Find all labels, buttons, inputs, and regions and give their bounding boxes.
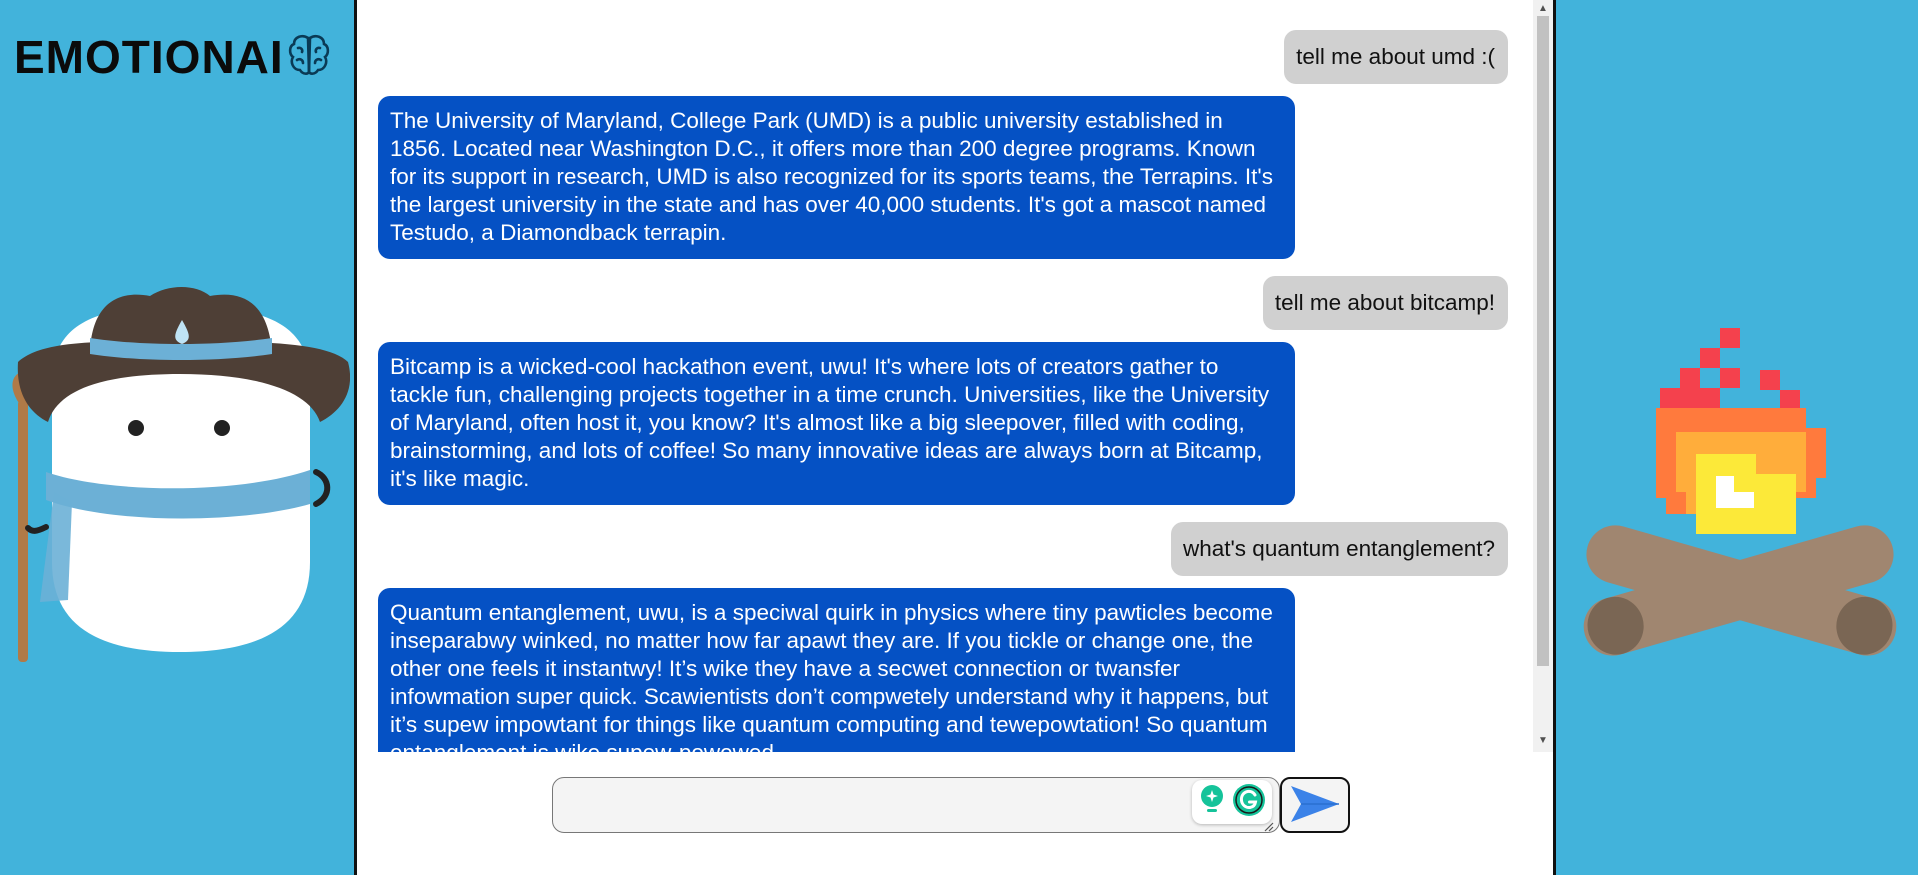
scroll-down-arrow-icon[interactable]: ▼ [1533, 732, 1553, 748]
lightbulb-icon[interactable] [1198, 784, 1226, 821]
scroll-up-arrow-icon[interactable]: ▲ [1533, 0, 1553, 16]
message-scrollbar[interactable]: ▲ ▼ [1533, 0, 1553, 752]
logo-text: EMOTIONAI [14, 31, 284, 83]
send-arrow-icon [1289, 784, 1341, 827]
chat-panel: tell me about umd :( The University of M… [354, 0, 1556, 875]
message-list[interactable]: tell me about umd :( The University of M… [357, 0, 1533, 752]
resize-grip-icon[interactable] [1262, 819, 1274, 832]
bot-message: The University of Maryland, College Park… [378, 96, 1295, 259]
composer [552, 777, 1350, 833]
cowboy-mascot-illustration [10, 282, 351, 677]
bot-message: Quantum entanglement, uwu, is a speciwal… [378, 588, 1295, 752]
grammarly-widget[interactable] [1192, 780, 1272, 824]
bot-message: Bitcamp is a wicked-cool hackathon event… [378, 342, 1295, 505]
pixel-campfire-illustration [1570, 326, 1910, 671]
user-message: tell me about umd :( [1284, 30, 1508, 84]
user-message: what's quantum entanglement? [1170, 522, 1508, 576]
grammarly-icon[interactable] [1232, 783, 1266, 822]
logo: EMOTIONAI [14, 30, 330, 84]
send-button[interactable] [1280, 777, 1350, 833]
left-panel: EMOTIONAI [0, 0, 354, 875]
message-input[interactable] [552, 777, 1280, 833]
brain-icon [288, 32, 330, 83]
user-message: tell me about bitcamp! [1262, 276, 1508, 330]
scroll-thumb[interactable] [1537, 16, 1549, 666]
